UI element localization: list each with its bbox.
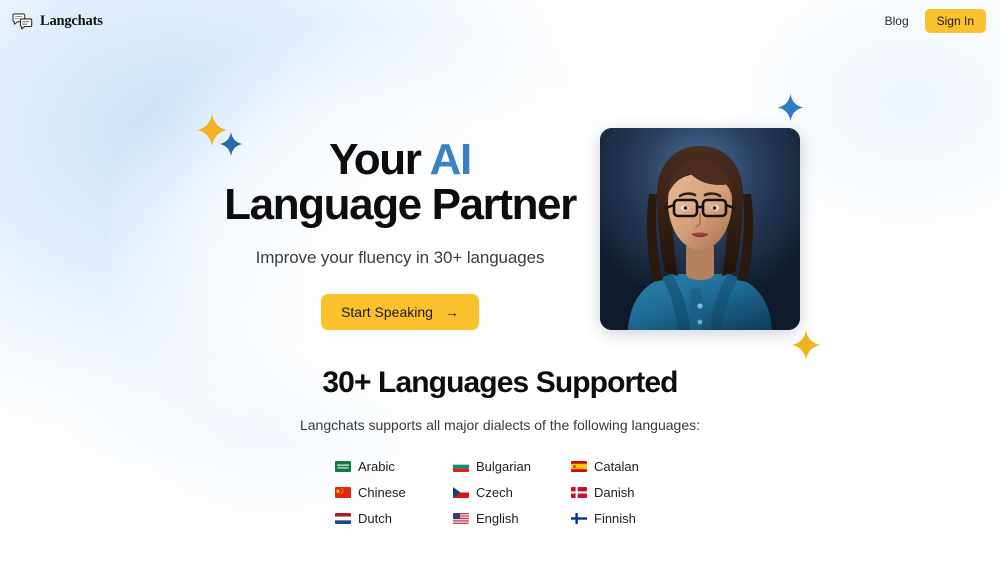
- arrow-right-icon: →: [444, 303, 459, 320]
- start-speaking-button[interactable]: Start Speaking →: [321, 293, 479, 330]
- language-item-danish: Danish: [571, 485, 665, 500]
- sign-in-button[interactable]: Sign In: [924, 9, 986, 33]
- flag-china-icon: [335, 487, 351, 498]
- language-item-catalan: Catalan: [571, 459, 665, 474]
- language-label: Dutch: [358, 511, 392, 526]
- flag-saudi-arabia-icon: [335, 461, 351, 472]
- brand-logo[interactable]: Langchats: [12, 13, 103, 30]
- language-label: Finnish: [594, 511, 636, 526]
- flag-netherlands-icon: [335, 513, 351, 524]
- flag-spain-icon: [571, 461, 587, 472]
- nav-link-blog[interactable]: Blog: [885, 14, 909, 28]
- language-label: Bulgarian: [476, 459, 531, 474]
- flag-bulgaria-icon: [453, 461, 469, 472]
- language-item-czech: Czech: [453, 485, 571, 500]
- headline-prefix: Your: [329, 135, 430, 184]
- flag-czechia-icon: [453, 487, 469, 498]
- brand-name: Langchats: [40, 12, 103, 29]
- language-label: Catalan: [594, 459, 639, 474]
- chat-bubbles-icon: [12, 12, 33, 30]
- headline-line-2: Language Partner: [224, 179, 577, 229]
- language-item-dutch: Dutch: [335, 511, 453, 526]
- flag-usa-icon: [453, 513, 469, 524]
- headline-accent-ai: AI: [429, 135, 473, 184]
- languages-section: 30+ Languages Supported Langchats suppor…: [0, 360, 1000, 526]
- language-item-finnish: Finnish: [571, 511, 665, 526]
- language-item-bulgarian: Bulgarian: [453, 459, 571, 474]
- language-item-chinese: Chinese: [335, 485, 453, 500]
- flag-denmark-icon: [571, 487, 587, 498]
- hero-portrait-image: [600, 128, 800, 330]
- sparkle-yellow-right: [791, 330, 821, 360]
- languages-subtitle: Langchats supports all major dialects of…: [299, 417, 701, 433]
- language-label: English: [476, 511, 519, 526]
- headline-line-1: Your AI: [329, 135, 473, 184]
- hero-section: Your AI Language Partner Improve your fl…: [0, 42, 1000, 360]
- language-label: Arabic: [358, 459, 395, 474]
- language-label: Czech: [476, 485, 513, 500]
- sparkle-blue-topright: [777, 94, 804, 121]
- language-label: Danish: [594, 485, 635, 500]
- language-item-arabic: Arabic: [335, 459, 453, 474]
- language-label: Chinese: [358, 485, 406, 500]
- language-item-english: English: [453, 511, 571, 526]
- header-nav: Blog Sign In: [885, 9, 986, 33]
- languages-title: 30+ Languages Supported: [322, 366, 678, 399]
- site-header: Langchats Blog Sign In: [0, 0, 1000, 42]
- languages-grid: Arabic Bulgarian Catalan Chinese Czech D…: [335, 459, 665, 526]
- cta-label: Start Speaking: [341, 303, 433, 320]
- flag-finland-icon: [571, 513, 587, 524]
